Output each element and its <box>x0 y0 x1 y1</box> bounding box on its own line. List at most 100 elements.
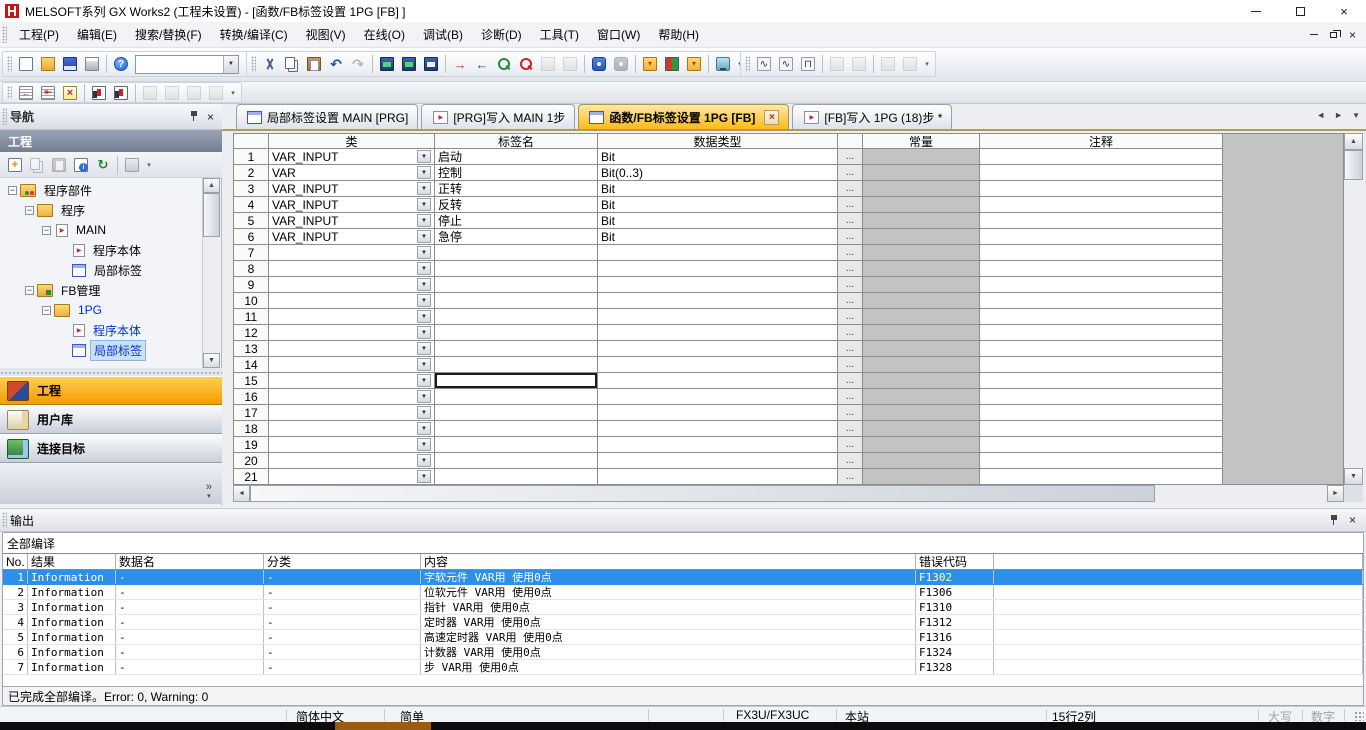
label-name-cell[interactable]: 启动 <box>435 149 598 165</box>
sampling-trace-1-icon[interactable]: ∿ <box>753 53 775 75</box>
class-dropdown-icon[interactable]: ▼ <box>417 214 431 227</box>
tree-item-1[interactable]: −程序 <box>0 200 202 220</box>
class-cell[interactable]: VAR_INPUT▼ <box>269 181 435 197</box>
menu-item-10[interactable]: 帮助(H) <box>649 24 708 46</box>
comment-cell[interactable] <box>980 229 1223 245</box>
output-row-6[interactable]: 6Information--计数器 VAR用 使用0点F1324 <box>3 645 1363 660</box>
class-dropdown-icon[interactable]: ▼ <box>417 230 431 243</box>
comment-cell[interactable] <box>980 357 1223 373</box>
label-name-cell[interactable] <box>435 341 598 357</box>
data-type-cell[interactable] <box>598 389 838 405</box>
combobox-dropdown-icon[interactable]: ▼ <box>223 56 238 73</box>
resize-grip[interactable] <box>1354 711 1364 721</box>
tree-expander-icon[interactable]: − <box>25 286 34 295</box>
class-dropdown-icon[interactable]: ▼ <box>417 150 431 163</box>
tree-item-3[interactable]: ▶程序本体 <box>0 240 202 260</box>
label-name-cell[interactable]: 停止 <box>435 213 598 229</box>
row-number[interactable]: 16 <box>234 389 269 405</box>
label-name-cell[interactable] <box>435 373 598 389</box>
device-search-read-icon[interactable] <box>515 53 537 75</box>
tab-scroll-right-icon[interactable]: ► <box>1334 110 1343 120</box>
data-type-browse-button[interactable]: ... <box>838 293 863 309</box>
refresh-icon[interactable]: ↻ <box>92 154 114 176</box>
data-type-cell[interactable]: Bit(0..3) <box>598 165 838 181</box>
class-cell[interactable]: VAR_INPUT▼ <box>269 149 435 165</box>
device-batch-1-icon[interactable] <box>88 82 110 104</box>
label-name-cell[interactable]: 反转 <box>435 197 598 213</box>
toolbar-grip[interactable] <box>7 56 12 73</box>
undo-icon[interactable]: ↶ <box>325 53 347 75</box>
tree-scrollbar[interactable]: ▲ ▼ <box>202 178 220 368</box>
verify-with-plc-icon[interactable] <box>420 53 442 75</box>
toolbar-grip[interactable] <box>2 26 7 44</box>
device-display-icon[interactable] <box>588 53 610 75</box>
label-name-cell[interactable] <box>435 357 598 373</box>
tree-item-2[interactable]: −▶MAIN <box>0 220 202 240</box>
output-row-2[interactable]: 2Information--位软元件 VAR用 使用0点F1306 <box>3 585 1363 600</box>
row-number[interactable]: 10 <box>234 293 269 309</box>
tab-2[interactable]: 函数/FB标签设置 1PG [FB]× <box>578 104 789 129</box>
help-icon[interactable]: ? <box>110 53 132 75</box>
label-name-cell[interactable]: 正转 <box>435 181 598 197</box>
row-number[interactable]: 3 <box>234 181 269 197</box>
project-data-combobox[interactable]: ▼ <box>135 55 239 74</box>
class-cell[interactable]: ▼ <box>269 293 435 309</box>
close-panel-icon[interactable]: × <box>1349 514 1356 526</box>
label-name-cell[interactable] <box>435 469 598 485</box>
tree-expander-icon[interactable]: − <box>8 186 17 195</box>
row-number[interactable]: 8 <box>234 261 269 277</box>
device-batch-2-icon[interactable] <box>110 82 132 104</box>
data-type-cell[interactable]: Bit <box>598 229 838 245</box>
menu-item-9[interactable]: 窗口(W) <box>588 24 649 46</box>
tree-item-7[interactable]: ▶程序本体 <box>0 320 202 340</box>
class-cell[interactable]: ▼ <box>269 405 435 421</box>
label-name-cell[interactable]: 控制 <box>435 165 598 181</box>
class-cell[interactable]: ▼ <box>269 453 435 469</box>
output-row-4[interactable]: 4Information--定时器 VAR用 使用0点F1312 <box>3 615 1363 630</box>
class-dropdown-icon[interactable]: ▼ <box>417 470 431 483</box>
scroll-right-icon[interactable]: ► <box>1327 485 1344 502</box>
data-type-cell[interactable] <box>598 469 838 485</box>
tree-expander-icon[interactable]: − <box>25 206 34 215</box>
class-dropdown-icon[interactable]: ▼ <box>417 422 431 435</box>
data-type-cell[interactable]: Bit <box>598 197 838 213</box>
paste-icon[interactable] <box>303 53 325 75</box>
data-type-browse-button[interactable]: ... <box>838 437 863 453</box>
copy-icon[interactable] <box>281 53 303 75</box>
property-icon[interactable] <box>70 154 92 176</box>
comment-cell[interactable] <box>980 309 1223 325</box>
comment-cell[interactable] <box>980 421 1223 437</box>
menu-item-4[interactable]: 视图(V) <box>297 24 355 46</box>
row-number[interactable]: 14 <box>234 357 269 373</box>
data-type-cell[interactable] <box>598 341 838 357</box>
row-number[interactable]: 1 <box>234 149 269 165</box>
view-buttons-overflow[interactable]: »▾ <box>0 463 222 504</box>
row-number[interactable]: 18 <box>234 421 269 437</box>
label-name-cell[interactable] <box>435 421 598 437</box>
row-number[interactable]: 19 <box>234 437 269 453</box>
save-project-icon[interactable] <box>59 53 81 75</box>
data-type-cell[interactable]: Bit <box>598 181 838 197</box>
jump-read-icon[interactable] <box>683 53 705 75</box>
comment-cell[interactable] <box>980 149 1223 165</box>
scroll-up-icon[interactable]: ▲ <box>1344 133 1363 150</box>
tree-expander-icon[interactable]: − <box>42 306 51 315</box>
row-number[interactable]: 6 <box>234 229 269 245</box>
class-cell[interactable]: VAR▼ <box>269 165 435 181</box>
data-type-browse-button[interactable]: ... <box>838 421 863 437</box>
class-dropdown-icon[interactable]: ▼ <box>417 182 431 195</box>
row-number[interactable]: 5 <box>234 213 269 229</box>
data-type-browse-button[interactable]: ... <box>838 341 863 357</box>
comment-cell[interactable] <box>980 405 1223 421</box>
class-dropdown-icon[interactable]: ▼ <box>417 294 431 307</box>
view-button-project-view[interactable]: 工程 <box>0 376 222 405</box>
jump-write-icon[interactable] <box>639 53 661 75</box>
output-row-7[interactable]: 7Information--步 VAR用 使用0点F1328 <box>3 660 1363 675</box>
class-dropdown-icon[interactable]: ▼ <box>417 166 431 179</box>
class-dropdown-icon[interactable]: ▼ <box>417 390 431 403</box>
output-row-1[interactable]: 1Information--字软元件 VAR用 使用0点F1302 <box>3 570 1363 585</box>
data-type-cell[interactable] <box>598 357 838 373</box>
write-to-plc-icon[interactable] <box>376 53 398 75</box>
data-type-cell[interactable] <box>598 293 838 309</box>
class-cell[interactable]: ▼ <box>269 325 435 341</box>
